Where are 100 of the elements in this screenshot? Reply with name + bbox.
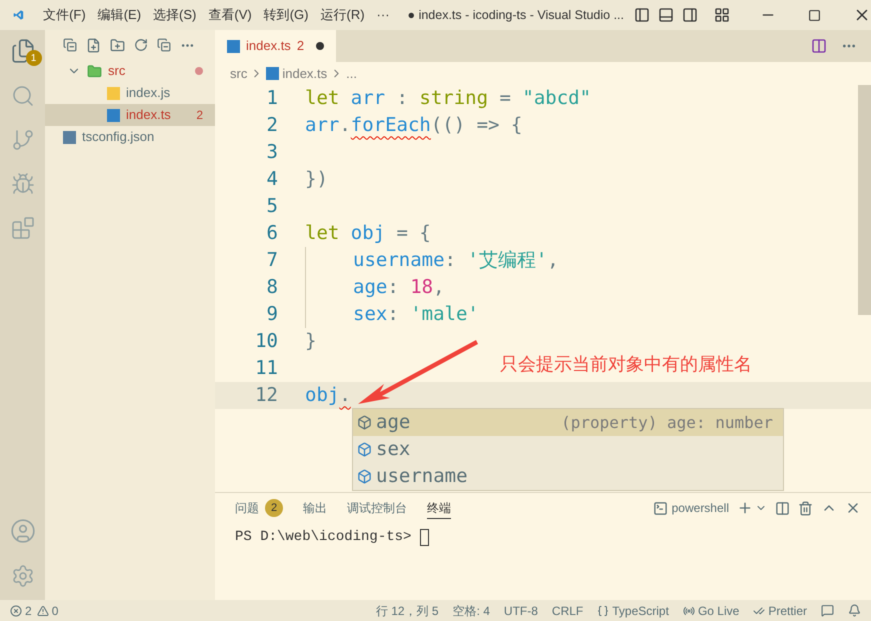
suggestion-label: sex [376, 437, 410, 462]
menu-item[interactable]: 编辑(E) [92, 5, 148, 25]
braces-icon[interactable] [597, 604, 610, 616]
code-line: obj. [305, 383, 351, 408]
terminal-prompt: PS D:\web\icoding-ts> [235, 528, 412, 547]
panel-tab[interactable]: 终端 [427, 497, 451, 519]
line-number: 7 [266, 248, 278, 274]
menu-item[interactable]: 运行(R) [314, 5, 371, 25]
panel-tab[interactable]: 问题 2 [235, 497, 283, 519]
terminal-icon [652, 500, 668, 516]
panel-tab[interactable]: 输出 [303, 497, 327, 519]
config-file-icon [63, 130, 76, 144]
line-number: 1 [266, 86, 278, 112]
js-file-icon [107, 86, 120, 100]
shell-name[interactable]: powershell [672, 499, 729, 517]
line-number: 3 [266, 140, 278, 166]
notification-icon[interactable] [848, 604, 861, 617]
line-number: 5 [266, 194, 278, 220]
tree-item[interactable]: src [45, 60, 215, 82]
property-icon [357, 442, 372, 457]
window-title: ● index.ts - icoding-ts - Visual Studio ... [408, 6, 624, 24]
error-count[interactable]: 2 [25, 602, 32, 620]
tree-item[interactable]: tsconfig.json [45, 126, 215, 148]
code-line: }) [305, 167, 328, 192]
menu-item[interactable]: 文件(F) [37, 5, 92, 25]
code-line: age: 18, [353, 275, 445, 300]
file-name: index.js [126, 84, 170, 102]
panel-tab[interactable]: 调试控制台 [347, 497, 407, 519]
ts-file-icon [227, 40, 240, 52]
new-file-icon[interactable] [86, 38, 101, 52]
warning-icon[interactable] [36, 604, 49, 616]
suggestion-item[interactable]: username [353, 463, 783, 490]
new-folder-icon[interactable] [110, 38, 125, 52]
error-count: 2 [196, 107, 203, 124]
property-icon [357, 469, 372, 484]
suggestion-detail: (property) age: number [561, 412, 774, 434]
menu-item[interactable]: 选择(S) [147, 5, 202, 25]
property-icon [357, 415, 372, 430]
line-number: 9 [266, 302, 278, 328]
feedback-icon[interactable] [821, 604, 834, 617]
double-check-icon[interactable] [753, 604, 766, 616]
status-item[interactable]: UTF-8 [504, 602, 538, 620]
code-line: sex: 'male' [353, 302, 479, 328]
tree-item[interactable]: index.js [45, 82, 215, 104]
line-number: 11 [254, 356, 278, 382]
trash-icon[interactable] [798, 500, 813, 516]
tab-label: index.ts [246, 37, 291, 56]
code-line: } [305, 329, 316, 354]
error-icon[interactable] [10, 604, 22, 616]
ts-file-icon [107, 108, 120, 122]
line-number: 6 [266, 221, 278, 246]
editor-tab[interactable]: index.ts 2 [215, 30, 336, 62]
ts-file-icon [266, 67, 280, 80]
tree-item[interactable]: index.ts 2 [45, 104, 215, 126]
refresh-icon[interactable] [134, 38, 148, 52]
collapse-all-icon[interactable] [157, 38, 171, 52]
breadcrumb-item[interactable]: src [230, 64, 248, 84]
notification-badge: 1 [26, 50, 42, 66]
status-item[interactable]: 行 12，列 5 [376, 602, 439, 620]
terminal-cursor [420, 529, 429, 546]
toggle-secondary-sidebar-icon[interactable] [682, 7, 698, 23]
status-item[interactable]: Go Live [698, 602, 740, 620]
suggestion-item[interactable]: age (property) age: number [353, 409, 783, 436]
split-terminal-icon[interactable] [775, 500, 790, 516]
split-editor-icon[interactable] [811, 38, 827, 54]
status-item[interactable]: CRLF [552, 602, 584, 620]
code-line: arr.forEach(() => { [305, 113, 522, 138]
file-name: tsconfig.json [82, 128, 154, 146]
suggestion-label: username [376, 464, 468, 490]
code-line: let obj = { [305, 221, 431, 246]
status-item[interactable]: TypeScript [612, 602, 669, 620]
status-item[interactable]: Prettier [768, 602, 807, 620]
maximize-icon[interactable] [808, 8, 821, 22]
count-badge: 2 [265, 499, 283, 517]
line-number: 8 [266, 275, 278, 300]
line-number: 4 [266, 167, 278, 192]
suggestion-item[interactable]: sex [353, 436, 783, 463]
code-line: username: '艾编程', [353, 248, 559, 274]
scrollbar-thumb[interactable] [858, 85, 871, 315]
new-terminal-icon[interactable] [737, 500, 753, 516]
line-number: 2 [266, 113, 278, 138]
file-name: index.ts [126, 106, 171, 124]
layout-icon[interactable] [714, 7, 730, 23]
broadcast-icon[interactable] [682, 604, 695, 616]
menu-item[interactable]: ··· [370, 5, 396, 25]
explorer-icon[interactable] [10, 38, 36, 64]
annotation-text: 只会提示当前对象中有的属性名 [500, 353, 752, 376]
folder-icon [87, 64, 102, 78]
breadcrumb-item[interactable]: ... [346, 64, 357, 84]
file-name: src [108, 62, 126, 80]
menu-item[interactable]: 查看(V) [202, 5, 258, 25]
toggle-sidebar-icon[interactable] [634, 7, 650, 23]
warning-count[interactable]: 0 [52, 602, 58, 620]
status-item[interactable]: 空格: 4 [452, 602, 490, 620]
breadcrumb-item[interactable]: index.ts [282, 64, 328, 84]
suggestion-label: age [376, 410, 410, 436]
line-number: 10 [254, 329, 278, 354]
menu-item[interactable]: 转到(G) [258, 5, 314, 25]
line-number: 12 [254, 383, 278, 408]
toggle-panel-icon[interactable] [658, 7, 674, 23]
